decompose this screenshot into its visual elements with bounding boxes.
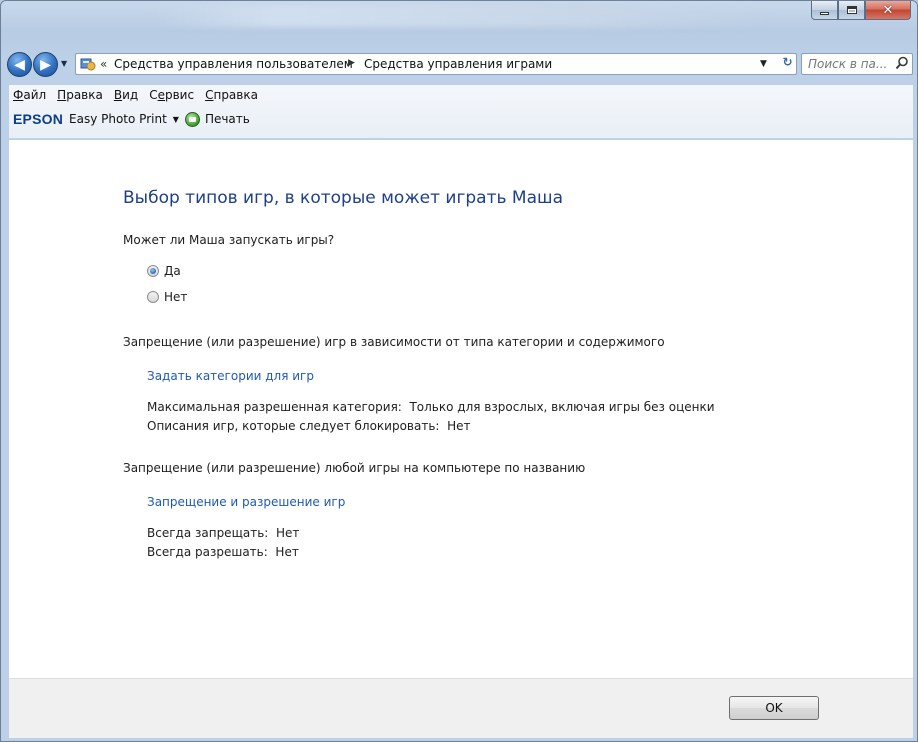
max-category-row: Максимальная разрешенная категория: Толь…: [147, 400, 715, 414]
page-title: Выбор типов игр, в которые может играть …: [123, 188, 563, 208]
navigation-bar: ◀ ▶ ▼ « Средства управления пользователе…: [5, 49, 913, 79]
menu-file[interactable]: Файл: [13, 88, 46, 102]
radio-no[interactable]: [147, 291, 159, 303]
always-block-label: Всегда запрещать:: [147, 526, 269, 540]
menu-file-label: айл: [23, 88, 47, 102]
always-allow-value: Нет: [275, 545, 299, 559]
control-panel-icon: [80, 58, 96, 71]
title-bar-blurred-area: [151, 5, 771, 27]
question-label: Может ли Маша запускать игры?: [123, 233, 335, 247]
caption-buttons: ✕: [811, 1, 911, 20]
radio-yes[interactable]: [147, 265, 159, 277]
block-descriptions-row: Описания игр, которые следует блокироват…: [147, 419, 471, 433]
close-icon: ✕: [882, 2, 894, 18]
radio-yes-row[interactable]: Да: [147, 264, 181, 278]
always-allow-label: Всегда разрешать:: [147, 545, 268, 559]
title-bar[interactable]: ✕: [1, 1, 917, 43]
back-button[interactable]: ◀: [7, 52, 32, 77]
menu-tools-hotkey: е: [157, 88, 165, 102]
forward-button[interactable]: ▶: [33, 52, 58, 77]
ok-button[interactable]: OK: [729, 696, 819, 720]
menu-view-label: ид: [122, 88, 139, 102]
epson-toolbar: EPSON Easy Photo Print ▼ Печать: [13, 111, 250, 127]
print-icon[interactable]: [184, 111, 200, 127]
recent-pages-dropdown[interactable]: ▼: [61, 59, 67, 68]
menu-tools-label: рвис: [164, 88, 195, 102]
epson-logo: EPSON: [13, 111, 64, 127]
minimize-button[interactable]: [811, 1, 838, 20]
menu-edit-hotkey: П: [57, 88, 67, 102]
menu-file-hotkey: Ф: [13, 88, 24, 102]
block-descriptions-value: Нет: [447, 419, 471, 433]
block-allow-games-link[interactable]: Запрещение и разрешение игр: [147, 495, 345, 509]
section-category-heading: Запрещение (или разрешение) игр в зависи…: [123, 335, 665, 349]
max-category-label: Максимальная разрешенная категория:: [147, 400, 402, 414]
breadcrumb-game-controls[interactable]: Средства управления играми: [364, 57, 552, 71]
block-descriptions-label: Описания игр, которые следует блокироват…: [147, 419, 440, 433]
menu-tools[interactable]: Сервис: [149, 88, 194, 102]
menu-edit-label: равка: [66, 88, 103, 102]
menu-view[interactable]: Вид: [114, 88, 138, 102]
maximize-icon: [846, 6, 857, 14]
epson-dropdown-icon[interactable]: ▼: [173, 115, 179, 124]
always-block-value: Нет: [275, 526, 300, 540]
set-game-ratings-link[interactable]: Задать категории для игр: [147, 369, 314, 383]
menu-view-hotkey: В: [113, 88, 123, 102]
address-dropdown-icon[interactable]: ▼: [760, 59, 767, 69]
breadcrumb-separator-icon[interactable]: ▶: [348, 58, 355, 68]
radio-no-row[interactable]: Нет: [147, 290, 187, 304]
address-bar[interactable]: « Средства управления пользователем ▶ Ср…: [75, 53, 797, 75]
refresh-icon[interactable]: ↻: [779, 55, 796, 73]
menubar: Файл Правка Вид Сервис Справка: [13, 88, 269, 102]
radio-no-label[interactable]: Нет: [164, 290, 187, 304]
search-placeholder: Поиск в па...: [808, 57, 888, 71]
content-pane: Выбор типов игр, в которые может играть …: [9, 140, 913, 678]
menu-area: Файл Правка Вид Сервис Справка EPSON Eas…: [9, 85, 913, 139]
print-button[interactable]: Печать: [205, 112, 250, 126]
back-arrow-icon: ◀: [14, 56, 25, 73]
close-button[interactable]: ✕: [865, 1, 911, 20]
dialog-footer: OK: [9, 678, 913, 738]
radio-yes-label[interactable]: Да: [164, 264, 181, 278]
breadcrumb-overflow[interactable]: «: [100, 57, 107, 71]
maximize-button[interactable]: [838, 1, 865, 20]
menu-help[interactable]: Справка: [205, 88, 258, 102]
easy-photo-print-button[interactable]: Easy Photo Print: [69, 112, 167, 126]
search-input[interactable]: Поиск в па...: [801, 53, 913, 75]
section-name-heading: Запрещение (или разрешение) любой игры н…: [123, 461, 586, 475]
menu-help-label: правка: [213, 88, 258, 102]
menu-edit[interactable]: Правка: [57, 88, 103, 102]
breadcrumb-user-controls[interactable]: Средства управления пользователем: [114, 57, 353, 71]
app-window: ✕ ◀ ▶ ▼ « Средства управления пользовате…: [0, 0, 918, 742]
max-category-value: Только для взрослых, включая игры без оц…: [409, 400, 715, 414]
always-block-row: Всегда запрещать: Нет: [147, 526, 299, 540]
always-allow-row: Всегда разрешать: Нет: [147, 545, 299, 559]
search-icon[interactable]: [895, 56, 909, 70]
menu-tools-prefix: С: [149, 88, 158, 102]
minimize-icon: [820, 11, 829, 15]
forward-arrow-icon: ▶: [40, 56, 51, 73]
